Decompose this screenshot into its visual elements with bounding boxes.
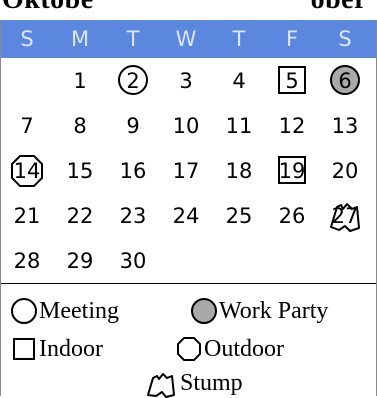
day-12[interactable]: 12 (266, 103, 318, 147)
weekday-sunday: S (20, 27, 34, 51)
day-number: 12 (278, 114, 306, 138)
weekday-monday: M (70, 27, 90, 51)
day-18[interactable]: 18 (213, 148, 265, 192)
day-number: 13 (331, 114, 359, 138)
legend-meeting: Meeting (9, 296, 119, 326)
day-21[interactable]: 21 (1, 193, 53, 237)
day-number: 15 (66, 159, 94, 183)
day-6-work-party[interactable]: 6 (319, 58, 371, 102)
square-icon (13, 338, 35, 360)
day-25[interactable]: 25 (213, 193, 265, 237)
stump-icon (147, 373, 175, 398)
day-16[interactable]: 16 (107, 148, 159, 192)
day-number: 1 (73, 69, 87, 93)
legend-outdoor-label: Outdoor (204, 336, 284, 362)
filled-circle-icon (191, 298, 217, 324)
day-number: 2 (126, 69, 140, 93)
calendar-month: S M T W T F S 1 2 3 4 5 6 7 8 9 10 11 12… (0, 20, 377, 398)
weekday-header-row: S M T W T F S (1, 20, 376, 58)
legend-work-party-label: Work Party (219, 298, 329, 324)
weekday-saturday: S (338, 27, 352, 51)
day-14-outdoor[interactable]: 14 (1, 148, 53, 192)
day-19-indoor[interactable]: 19 (266, 148, 318, 192)
day-17[interactable]: 17 (160, 148, 212, 192)
day-number: 7 (20, 114, 34, 138)
day-number: 5 (285, 69, 299, 93)
circle-icon (11, 298, 37, 324)
day-number: 20 (331, 159, 359, 183)
day-number: 10 (172, 114, 200, 138)
day-number: 30 (119, 249, 147, 273)
day-number: 21 (13, 204, 41, 228)
day-10[interactable]: 10 (160, 103, 212, 147)
legend-meeting-label: Meeting (39, 298, 119, 324)
day-number: 22 (66, 204, 94, 228)
cropped-header-left: Oktobe (2, 0, 94, 14)
legend-indoor-label: Indoor (39, 336, 103, 362)
day-number: 23 (119, 204, 147, 228)
day-2-meeting[interactable]: 2 (107, 58, 159, 102)
day-number: 16 (119, 159, 147, 183)
day-5-indoor[interactable]: 5 (266, 58, 318, 102)
legend-stump-label: Stump (180, 370, 243, 396)
weekday-friday: F (285, 27, 299, 51)
legend-stump: Stump (146, 368, 243, 398)
legend: Meeting Work Party Indoor Outdoor Stump (1, 284, 376, 398)
day-number: 8 (73, 114, 87, 138)
day-number: 24 (172, 204, 200, 228)
day-11[interactable]: 11 (213, 103, 265, 147)
octagon-icon (177, 337, 201, 361)
day-3[interactable]: 3 (160, 58, 212, 102)
day-9[interactable]: 9 (107, 103, 159, 147)
day-30[interactable]: 30 (107, 238, 159, 282)
cropped-header: Oktobe ober (0, 0, 377, 19)
day-number: 26 (278, 204, 306, 228)
day-7[interactable]: 7 (1, 103, 53, 147)
day-number: 4 (232, 69, 246, 93)
day-number: 11 (225, 114, 253, 138)
cropped-header-right: ober (311, 0, 367, 14)
day-20[interactable]: 20 (319, 148, 371, 192)
day-number: 17 (172, 159, 200, 183)
day-number: 9 (126, 114, 140, 138)
weekday-thursday: T (232, 27, 246, 51)
day-number: 28 (13, 249, 41, 273)
day-number: 27 (331, 204, 359, 228)
day-number: 6 (338, 69, 352, 93)
day-1[interactable]: 1 (54, 58, 106, 102)
day-27-stump[interactable]: 27 (319, 193, 371, 237)
legend-work-party: Work Party (189, 296, 328, 326)
weekday-wednesday: W (175, 27, 197, 51)
day-8[interactable]: 8 (54, 103, 106, 147)
weekday-tuesday: T (126, 27, 140, 51)
day-28[interactable]: 28 (1, 238, 53, 282)
day-22[interactable]: 22 (54, 193, 106, 237)
day-number: 29 (66, 249, 94, 273)
day-15[interactable]: 15 (54, 148, 106, 192)
day-13[interactable]: 13 (319, 103, 371, 147)
calendar-page: { "top_banner": { "left_text": "Oktobe",… (0, 0, 377, 398)
legend-outdoor: Outdoor (174, 334, 284, 364)
day-29[interactable]: 29 (54, 238, 106, 282)
day-number: 18 (225, 159, 253, 183)
legend-indoor: Indoor (9, 334, 103, 364)
day-number: 25 (225, 204, 253, 228)
day-4[interactable]: 4 (213, 58, 265, 102)
day-number: 19 (278, 159, 306, 183)
days-grid: 1 2 3 4 5 6 7 8 9 10 11 12 13 14 15 16 1… (1, 58, 376, 281)
day-number: 3 (179, 69, 193, 93)
day-24[interactable]: 24 (160, 193, 212, 237)
day-number: 14 (13, 159, 41, 183)
day-23[interactable]: 23 (107, 193, 159, 237)
day-26[interactable]: 26 (266, 193, 318, 237)
